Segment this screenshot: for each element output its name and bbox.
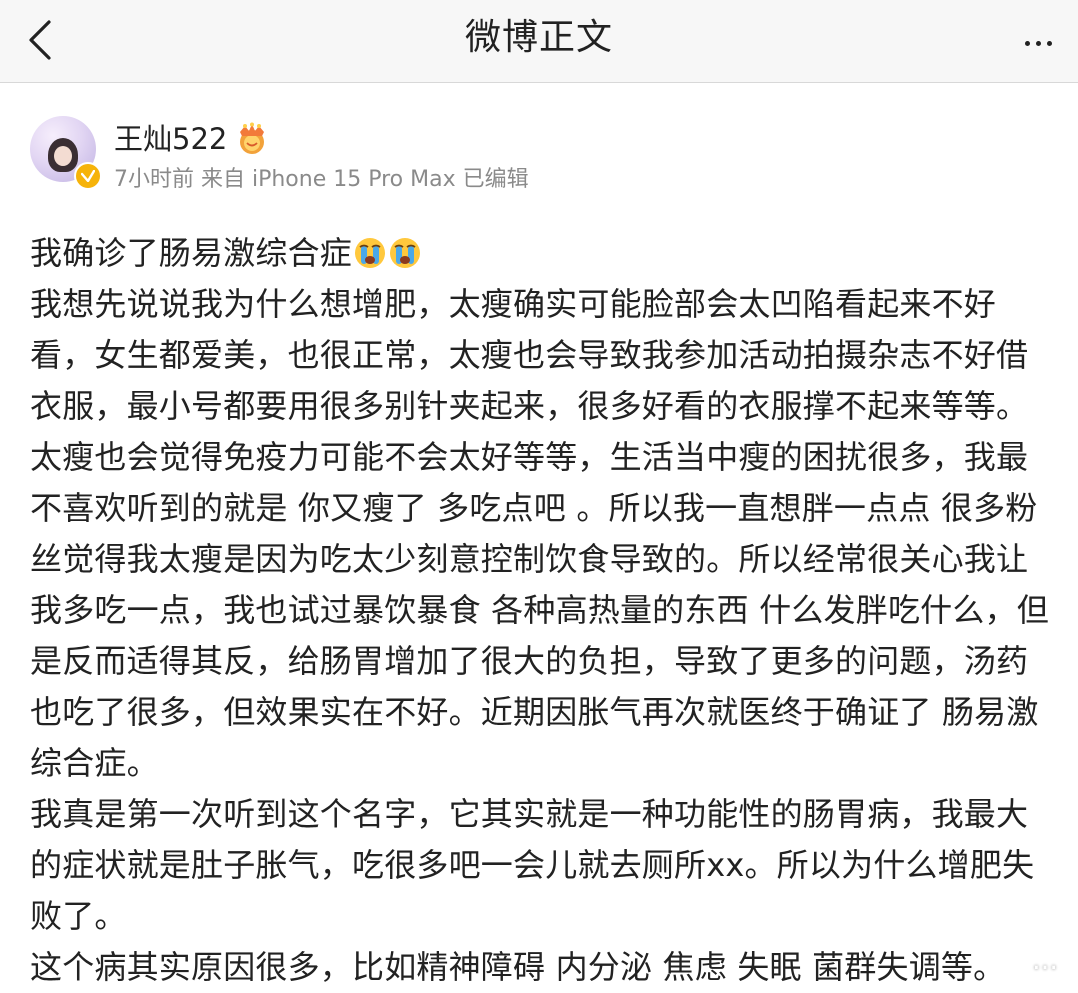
crown-icon [240, 122, 264, 154]
page-title: 微博正文 [464, 17, 613, 58]
post-meta: 7小时前 来自 iPhone 15 Pro Max 已编辑 [114, 167, 529, 192]
post-paragraph: 我真是第一次听到这个名字，它其实就是一种功能性的肠胃病，我最大的症状就是肚子胀气… [30, 795, 1035, 935]
top-navigation-bar: 微博正文 [0, 0, 1078, 83]
post-headline: 我确诊了肠易激综合症 [30, 228, 1060, 279]
author-name[interactable]: 王灿522 [114, 120, 227, 158]
verified-badge-icon [74, 162, 102, 190]
post-author-header: 王灿522 7小时前 来自 iPhone 15 Pro Max 已编辑 [28, 114, 1028, 194]
post-paragraph: 这个病其实原因很多，比如精神障碍 内分泌 焦虑 失眠 菌群失调等。 [30, 948, 1006, 986]
more-options-button[interactable] [1016, 20, 1060, 60]
watermark: … [1032, 946, 1058, 976]
post-content: 我确诊了肠易激综合症 我想先说说我为什么想增肥，太瘦确实可能脸部会太凹陷看起来不… [30, 228, 1060, 993]
crying-face-icon [355, 238, 386, 268]
more-dots-icon [1022, 31, 1055, 50]
crying-face-icon [390, 238, 421, 268]
post-paragraph: 我想先说说我为什么想增肥，太瘦确实可能脸部会太凹陷看起来不好看，女生都爱美，也很… [30, 285, 1049, 782]
